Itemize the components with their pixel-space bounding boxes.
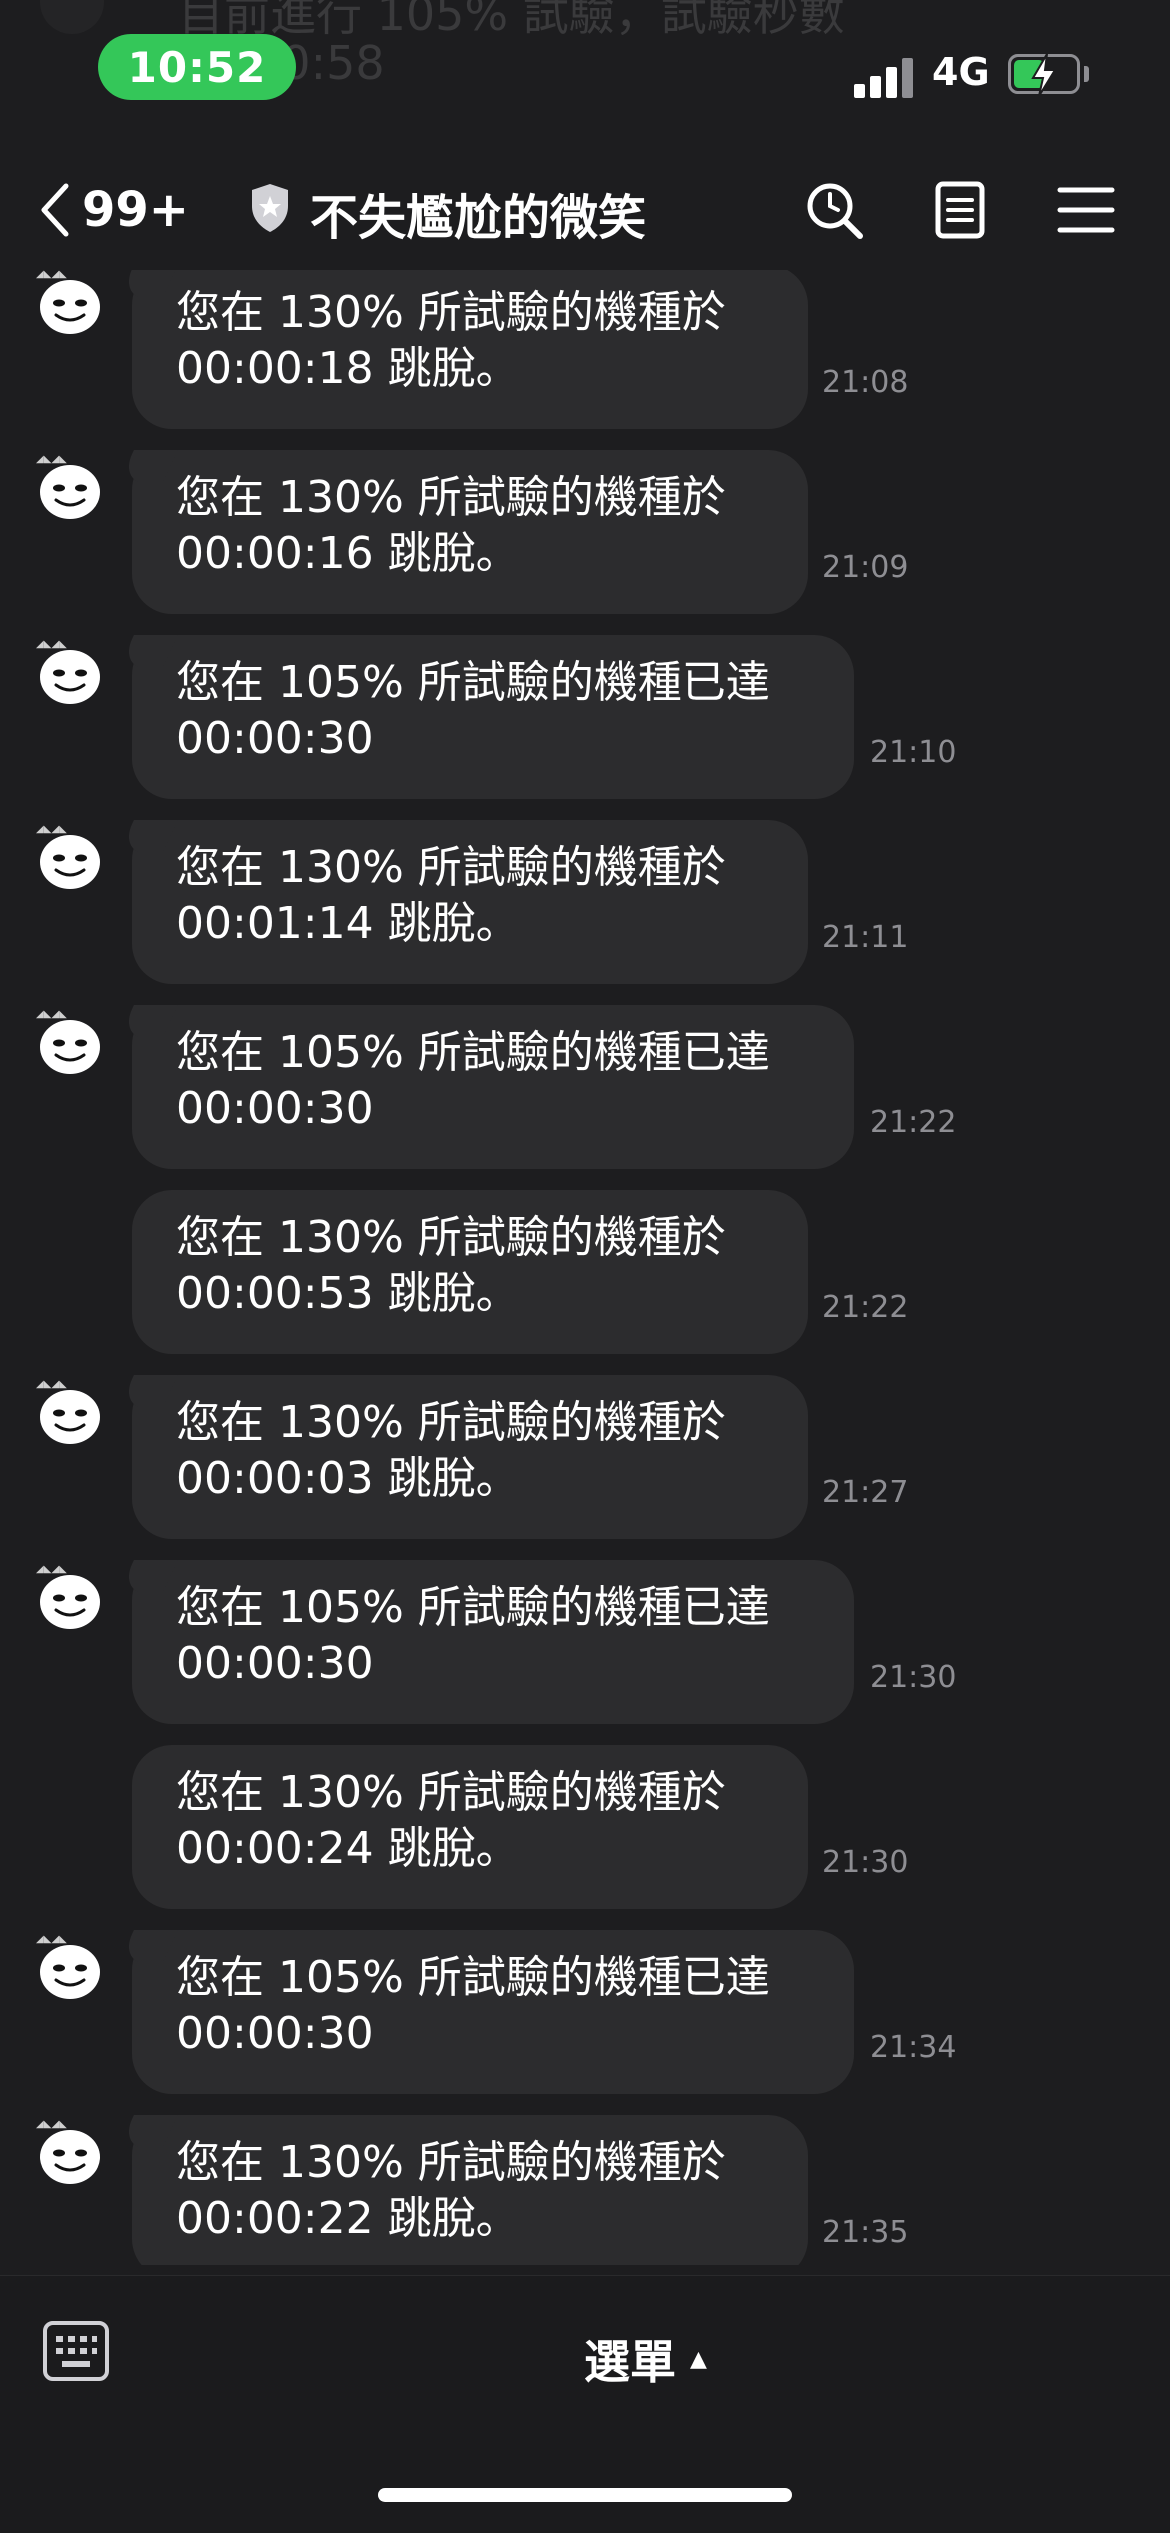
message-row: 您在 130% 所試驗的機種於 00:00:53 跳脫。 21:22 [0,1190,1170,1360]
message-row: ◢◣◢◣ 您在 105% 所試驗的機種已達 00:00:30 21:22 [0,1005,1170,1175]
cellular-signal-icon [854,56,916,98]
message-bubble[interactable]: 您在 130% 所試驗的機種於 00:01:14 跳脫。 [132,820,808,984]
caret-up-icon: ▲ [690,2346,707,2372]
svg-text:◢◣◢◣: ◢◣◢◣ [36,824,67,835]
message-bubble[interactable]: 您在 130% 所試驗的機種於 00:00:16 跳脫。 [132,450,808,614]
home-indicator[interactable] [378,2488,792,2502]
message-text-line1: 您在 130% 所試驗的機種於 [176,287,726,338]
message-bubble[interactable]: 您在 105% 所試驗的機種已達 00:00:30 [132,1560,854,1724]
battery-icon [1008,54,1080,96]
message-text-line1: 您在 105% 所試驗的機種已達 [176,657,770,708]
message-row: ◢◣◢◣ 您在 130% 所試驗的機種於 00:01:14 跳脫。 21:11 [0,820,1170,990]
battery-nub [1084,66,1089,82]
chevron-left-icon [41,183,69,237]
svg-text:◢◣◢◣: ◢◣◢◣ [36,454,67,465]
sender-avatar-icon[interactable]: ◢◣◢◣ [34,1560,106,1632]
message-text-line2: 00:00:18 跳脫。 [176,343,520,394]
search-icon[interactable] [802,178,866,242]
message-bubble[interactable]: 您在 130% 所試驗的機種於 00:00:18 跳脫。 [132,270,808,429]
sender-avatar-icon[interactable]: ◢◣◢◣ [34,635,106,707]
sender-avatar-icon[interactable]: ◢◣◢◣ [34,450,106,522]
menu-label: 選單 [584,2335,676,2389]
message-text-line2: 00:00:30 [176,713,374,764]
sender-avatar-icon[interactable]: ◢◣◢◣ [34,1375,106,1447]
message-row: ◢◣◢◣ 您在 130% 所試驗的機種於 00:00:18 跳脫。 21:08 [0,270,1170,435]
message-text-line1: 您在 130% 所試驗的機種於 [176,842,726,893]
charging-bolt-icon [1031,54,1057,96]
message-text-line2: 00:00:30 [176,2008,374,2059]
message-bubble[interactable]: 您在 130% 所試驗的機種於 00:00:03 跳脫。 [132,1375,808,1539]
status-time[interactable]: 10:52 [98,34,296,100]
message-text-line2: 00:00:30 [176,1083,374,1134]
message-row: 您在 130% 所試驗的機種於 00:00:24 跳脫。 21:30 [0,1745,1170,1915]
svg-text:◢◣◢◣: ◢◣◢◣ [36,1564,67,1575]
message-bubble[interactable]: 您在 105% 所試驗的機種已達 00:00:30 [132,635,854,799]
message-text-line2: 00:00:22 跳脫。 [176,2193,520,2244]
sender-avatar-icon[interactable]: ◢◣◢◣ [34,1930,106,2002]
message-list[interactable]: ◢◣◢◣ 您在 130% 所試驗的機種於 00:00:18 跳脫。 21:08 ◢◣◢◣… [0,270,1170,2265]
message-timestamp: 21:34 [870,2030,957,2065]
message-text-line1: 您在 105% 所試驗的機種已達 [176,1952,770,2003]
message-timestamp: 21:11 [822,920,909,955]
sender-avatar-icon[interactable]: ◢◣◢◣ [34,820,106,892]
svg-text:◢◣◢◣: ◢◣◢◣ [36,2119,67,2130]
message-text-line2: 00:00:16 跳脫。 [176,528,520,579]
message-text-line1: 您在 105% 所試驗的機種已達 [176,1027,770,1078]
svg-text:◢◣◢◣: ◢◣◢◣ [36,1934,67,1945]
menu-toggle-button[interactable]: 選單 ▲ [584,2326,707,2392]
message-text-line2: 00:00:24 跳脫。 [176,1823,520,1874]
message-row: ◢◣◢◣ 您在 130% 所試驗的機種於 00:00:22 跳脫。 21:35 [0,2115,1170,2265]
chat-title[interactable]: 不失尷尬的微笑 [310,178,646,248]
message-timestamp: 21:30 [822,1845,909,1880]
message-text-line2: 00:00:30 [176,1638,374,1689]
message-row: ◢◣◢◣ 您在 130% 所試驗的機種於 00:00:03 跳脫。 21:27 [0,1375,1170,1545]
sender-avatar-icon[interactable]: ◢◣◢◣ [34,270,106,337]
message-bubble[interactable]: 您在 130% 所試驗的機種於 00:00:24 跳脫。 [132,1745,808,1909]
message-text-line1: 您在 130% 所試驗的機種於 [176,1767,726,1818]
menu-icon[interactable] [1054,178,1118,242]
message-row: ◢◣◢◣ 您在 130% 所試驗的機種於 00:00:16 跳脫。 21:09 [0,450,1170,620]
message-timestamp: 21:27 [822,1475,909,1510]
message-bubble[interactable]: 您在 105% 所試驗的機種已達 00:00:30 [132,1005,854,1169]
chat-header: 99+ 不失尷尬的微笑 [0,160,1170,260]
verified-shield-icon [252,184,288,232]
message-timestamp: 21:30 [870,1660,957,1695]
message-text-line1: 您在 130% 所試驗的機種於 [176,1212,726,1263]
message-timestamp: 21:09 [822,550,909,585]
svg-text:◢◣◢◣: ◢◣◢◣ [36,1379,67,1390]
message-bubble[interactable]: 您在 130% 所試驗的機種於 00:00:22 跳脫。 [132,2115,808,2265]
message-text-line2: 00:00:03 跳脫。 [176,1453,520,1504]
message-bubble[interactable]: 您在 130% 所試驗的機種於 00:00:53 跳脫。 [132,1190,808,1354]
message-timestamp: 21:35 [822,2215,909,2250]
svg-text:◢◣◢◣: ◢◣◢◣ [36,639,67,650]
keyboard-icon[interactable] [42,2320,110,2382]
message-text-line2: 00:01:14 跳脫。 [176,898,520,949]
message-row: ◢◣◢◣ 您在 105% 所試驗的機種已達 00:00:30 21:30 [0,1560,1170,1730]
back-button[interactable]: 99+ [36,180,216,240]
message-text-line2: 00:00:53 跳脫。 [176,1268,520,1319]
message-bubble[interactable]: 您在 105% 所試驗的機種已達 00:00:30 [132,1930,854,2094]
message-timestamp: 21:10 [870,735,957,770]
sender-avatar-icon[interactable]: ◢◣◢◣ [34,2115,106,2187]
sender-avatar-icon[interactable]: ◢◣◢◣ [34,1005,106,1077]
unread-count: 99+ [82,182,190,238]
message-text-line1: 您在 105% 所試驗的機種已達 [176,1582,770,1633]
message-text-line1: 您在 130% 所試驗的機種於 [176,472,726,523]
network-type: 4G [932,50,990,94]
message-text-line1: 您在 130% 所試驗的機種於 [176,2137,726,2188]
message-timestamp: 21:22 [822,1290,909,1325]
message-row: ◢◣◢◣ 您在 105% 所試驗的機種已達 00:00:30 21:10 [0,635,1170,805]
message-row: ◢◣◢◣ 您在 105% 所試驗的機種已達 00:00:30 21:34 [0,1930,1170,2100]
svg-text:◢◣◢◣: ◢◣◢◣ [36,1009,67,1020]
notes-icon[interactable] [928,178,992,242]
message-timestamp: 21:22 [870,1105,957,1140]
message-timestamp: 21:08 [822,365,909,400]
svg-text:◢◣◢◣: ◢◣◢◣ [36,270,67,280]
banner-avatar [40,0,104,34]
message-text-line1: 您在 130% 所試驗的機種於 [176,1397,726,1448]
